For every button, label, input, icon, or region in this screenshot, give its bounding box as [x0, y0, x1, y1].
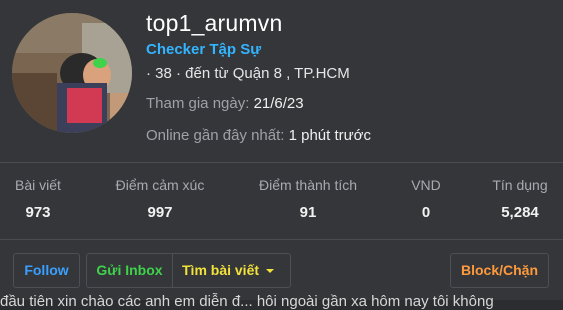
- user-meta-info: · 38 · đến từ Quận 8 , TP.HCM: [146, 65, 350, 82]
- joined-date: Tham gia ngày: 21/6/23: [146, 95, 304, 112]
- stat-value: 91: [299, 204, 317, 221]
- stat-value: 5,284: [501, 204, 539, 221]
- stat-vnd[interactable]: VND 0: [404, 177, 448, 221]
- stats-row: Bài viết 973 Điểm cảm xúc 997 Điểm thành…: [0, 163, 563, 239]
- username: top1_arumvn: [146, 10, 283, 36]
- stat-label: Bài viết: [15, 177, 61, 193]
- stat-achievements[interactable]: Điểm thành tích 91: [252, 177, 364, 221]
- block-button[interactable]: Block/Chặn: [450, 253, 549, 288]
- caret-down-icon: [266, 269, 274, 273]
- send-inbox-button[interactable]: Gửi Inbox: [87, 254, 173, 287]
- post-text-preview: đầu tiên xin chào các anh em diễn đ... h…: [0, 293, 494, 310]
- divider: [0, 239, 563, 240]
- find-posts-label: Tìm bài viết: [182, 262, 260, 278]
- stat-value: 973: [25, 204, 51, 221]
- stat-value: 997: [147, 204, 173, 221]
- online-value: 1 phút trước: [288, 127, 372, 144]
- follow-button[interactable]: Follow: [13, 253, 80, 288]
- message-button-group: Gửi Inbox Tìm bài viết: [86, 253, 291, 288]
- stat-label: Tín dụng: [492, 177, 548, 193]
- joined-label: Tham gia ngày:: [146, 95, 250, 112]
- stat-label: VND: [411, 177, 441, 193]
- find-posts-button[interactable]: Tìm bài viết: [173, 254, 290, 287]
- stat-label: Điểm thành tích: [258, 177, 358, 193]
- avatar-photo: [12, 13, 132, 133]
- stat-label: Điểm cảm xúc: [115, 177, 205, 193]
- stat-value: 0: [421, 204, 431, 221]
- avatar[interactable]: [12, 13, 132, 133]
- online-label: Online gần đây nhất:: [146, 127, 285, 144]
- user-role-title: Checker Tập Sự: [146, 41, 262, 58]
- last-online: Online gần đây nhất: 1 phút trước: [146, 127, 371, 144]
- profile-card: top1_arumvn Checker Tập Sự · 38 · đến từ…: [0, 0, 563, 300]
- joined-value: 21/6/23: [253, 95, 304, 112]
- stat-credits[interactable]: Tín dụng 5,284: [486, 177, 554, 221]
- stat-posts[interactable]: Bài viết 973: [12, 177, 64, 221]
- profile-header: top1_arumvn Checker Tập Sự · 38 · đến từ…: [0, 0, 563, 162]
- stat-reactions[interactable]: Điểm cảm xúc 997: [106, 177, 214, 221]
